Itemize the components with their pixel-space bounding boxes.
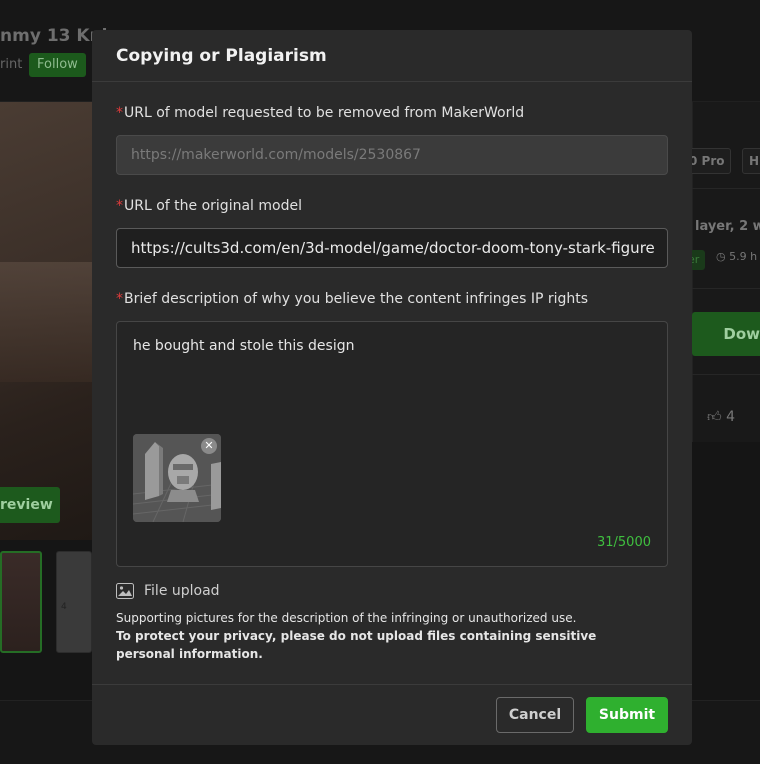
original-model-url-label: *URL of the original model [116, 198, 302, 214]
divider [692, 188, 760, 189]
thumbnail-2[interactable]: 4 [56, 551, 92, 653]
required-asterisk: * [116, 291, 123, 307]
upload-hint: Supporting pictures for the description … [116, 609, 668, 663]
thumbs-up-icon: 👍︎ [707, 409, 722, 425]
follow-button[interactable]: Follow [29, 53, 86, 77]
description-textarea[interactable]: he bought and stole this design ✕ 31/500… [116, 321, 668, 567]
dialog-footer: Cancel Submit [92, 684, 692, 745]
description-label: *Brief description of why you believe th… [116, 291, 589, 307]
attached-image[interactable]: ✕ [133, 434, 221, 522]
like-count: 4 [726, 409, 736, 425]
print-time: ◷ 5.9 h [716, 250, 757, 263]
upload-hint-line-3: personal information. [116, 647, 263, 661]
submit-button[interactable]: Submit [586, 697, 668, 733]
dialog-header: Copying or Plagiarism [92, 30, 692, 82]
upload-hint-line-2: To protect your privacy, please do not u… [116, 629, 597, 643]
removed-model-url-input[interactable]: https://makerworld.com/models/2530867 [116, 135, 668, 175]
removed-model-url-label: *URL of model requested to be removed fr… [116, 105, 525, 121]
image-icon [116, 583, 134, 599]
thumbnail-1[interactable] [0, 551, 42, 653]
printer-chip[interactable]: H [742, 148, 760, 174]
required-asterisk: * [116, 105, 123, 121]
print-time-value: 5.9 h [729, 250, 758, 263]
report-dialog: Copying or Plagiarism *URL of model requ… [92, 30, 692, 745]
review-button[interactable]: review [0, 487, 60, 523]
file-upload-label: File upload [144, 583, 220, 599]
download-button[interactable]: Dow [692, 312, 760, 356]
divider [692, 288, 760, 289]
upload-hint-line-1: Supporting pictures for the description … [116, 611, 577, 625]
author-name: rint [0, 57, 23, 72]
clock-icon: ◷ [716, 250, 726, 263]
description-text: he bought and stole this design [133, 338, 355, 354]
dialog-body: *URL of model requested to be removed fr… [92, 105, 692, 663]
thumbnail-number: 4 [61, 602, 67, 612]
file-upload-button[interactable]: File upload [116, 581, 668, 601]
original-model-url-input[interactable]: https://cults3d.com/en/3d-model/game/doc… [116, 228, 668, 268]
cancel-button[interactable]: Cancel [496, 697, 574, 733]
model-photo [0, 102, 92, 540]
character-counter: 31/5000 [596, 535, 651, 550]
dialog-title: Copying or Plagiarism [116, 46, 327, 66]
remove-attachment-icon[interactable]: ✕ [201, 438, 217, 454]
layer-info: layer, 2 w [695, 219, 760, 234]
like-button[interactable]: 👍︎ 4 [707, 408, 735, 425]
required-asterisk: * [116, 198, 123, 214]
divider [692, 374, 760, 375]
